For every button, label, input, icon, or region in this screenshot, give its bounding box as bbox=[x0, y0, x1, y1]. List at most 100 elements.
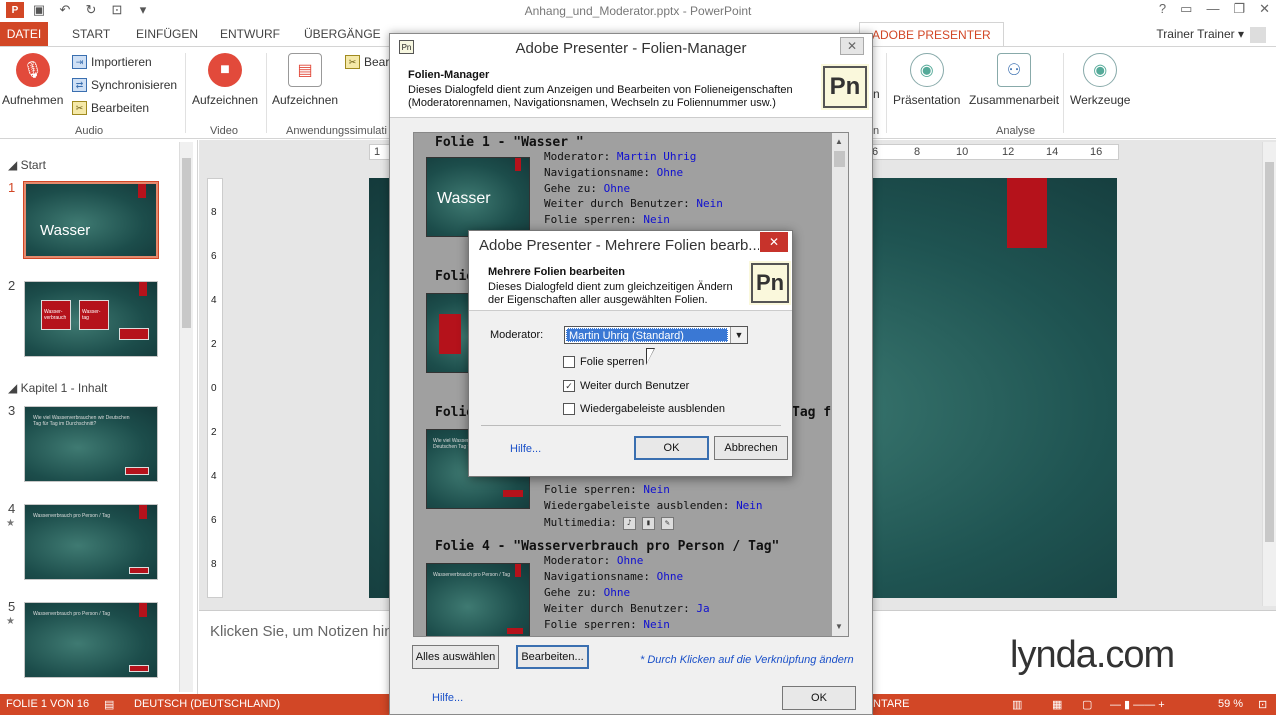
ruler-label: 6 bbox=[211, 515, 217, 526]
zoom-level[interactable]: 59 % bbox=[1218, 698, 1243, 710]
alles-auswaehlen-button[interactable]: Alles auswählen bbox=[412, 645, 499, 669]
moderator-link[interactable]: Ohne bbox=[617, 554, 644, 567]
ok-button[interactable]: OK bbox=[782, 686, 856, 710]
moderator-select[interactable]: Martin Uhrig (Standard) ▼ bbox=[564, 326, 748, 344]
sperren-link[interactable]: Nein bbox=[643, 618, 670, 631]
slide-thumbnail-1[interactable]: Wasser bbox=[23, 181, 159, 259]
navigationsname-link[interactable]: Ohne bbox=[657, 166, 684, 179]
moderator-link[interactable]: Martin Uhrig bbox=[617, 150, 696, 163]
praesentation-label: Präsentation bbox=[893, 93, 961, 107]
weiter-durch-benutzer-checkbox[interactable]: ✓ Weiter durch Benutzer bbox=[563, 380, 689, 392]
ok-button[interactable]: OK bbox=[634, 436, 709, 460]
help-icon[interactable]: ? bbox=[1159, 1, 1166, 17]
slide-sorter-icon[interactable]: ▦ bbox=[1052, 698, 1062, 711]
checkbox-box[interactable] bbox=[563, 403, 575, 415]
ribbon-partial-button[interactable]: n bbox=[873, 87, 880, 101]
scrollbar-thumb[interactable] bbox=[1265, 162, 1274, 542]
comments-button[interactable]: NTARE bbox=[873, 698, 909, 710]
thumb-box bbox=[119, 328, 149, 340]
dialog-header: Folien-Manager Dieses Dialogfeld dient z… bbox=[390, 62, 872, 118]
sperren-link[interactable]: Nein bbox=[643, 483, 670, 496]
sync-icon: ⇄ bbox=[72, 78, 87, 92]
minimize-icon[interactable]: — bbox=[1206, 1, 1219, 17]
navigationsname-link[interactable]: Ohne bbox=[657, 570, 684, 583]
slide-thumbnail-3[interactable]: Wie viel Wasserverbrauchen wir Deutschen… bbox=[24, 406, 158, 482]
anwendung-aufzeichnen-button[interactable]: ▤ Aufzeichnen bbox=[272, 53, 338, 107]
slide-panel-scrollbar[interactable] bbox=[179, 142, 193, 692]
slide-item-thumbnail[interactable]: Wasserverbrauch pro Person / Tag bbox=[426, 563, 530, 636]
gehe-zu-link[interactable]: Ohne bbox=[604, 586, 631, 599]
bearbeiten-button[interactable]: ✂ Bearbeiten bbox=[72, 101, 149, 115]
weiter-link[interactable]: Nein bbox=[696, 197, 723, 210]
title-bar: P ▣ ↶ ↻ ⊡ ▾ Anhang_und_Moderator.pptx - … bbox=[0, 0, 1276, 22]
slide-item-thumbnail[interactable]: Wasser bbox=[426, 157, 530, 237]
ruler-label: 0 bbox=[211, 383, 217, 394]
slide-decoration bbox=[515, 158, 521, 171]
video-aufzeichnen-button[interactable]: ■ Aufzeichnen bbox=[192, 53, 258, 107]
ruler-label: 6 bbox=[211, 251, 217, 262]
weiter-link[interactable]: Ja bbox=[696, 602, 709, 615]
editor-scrollbar[interactable] bbox=[1262, 142, 1276, 606]
help-link[interactable]: Hilfe... bbox=[432, 692, 463, 704]
synchronisieren-button[interactable]: ⇄ Synchronisieren bbox=[72, 78, 177, 92]
tab-adobe-presenter[interactable]: ADOBE PRESENTER bbox=[859, 22, 1004, 47]
list-scrollbar[interactable]: ▲ ▼ bbox=[832, 133, 848, 636]
scrollbar-thumb[interactable] bbox=[834, 151, 845, 167]
importieren-button[interactable]: ⇥ Importieren bbox=[72, 55, 152, 69]
tab-einfuegen[interactable]: EINFÜGEN bbox=[136, 27, 198, 41]
fit-slide-icon[interactable]: ⊡ bbox=[1258, 698, 1267, 711]
wiedergabe-link[interactable]: Nein bbox=[736, 499, 763, 512]
prop-moderator: Moderator: Ohne bbox=[544, 554, 643, 567]
aufnehmen-button[interactable]: 🎙 Aufnehmen bbox=[2, 53, 63, 107]
checkbox-box[interactable]: ✓ bbox=[563, 380, 575, 392]
wiedergabeleiste-checkbox[interactable]: Wiedergabeleiste ausblenden bbox=[563, 403, 725, 415]
close-icon[interactable]: ✕ bbox=[840, 37, 864, 55]
dialog-description: Dieses Dialogfeld dient zum Anzeigen und… bbox=[408, 84, 793, 109]
audio-icon[interactable]: ♪ bbox=[622, 516, 636, 530]
tab-entwurf[interactable]: ENTWURF bbox=[220, 27, 280, 41]
close-icon[interactable]: ✕ bbox=[1259, 1, 1270, 17]
slide-thumbnail-5[interactable]: Wasserverbrauch pro Person / Tag bbox=[24, 602, 158, 678]
gehe-zu-link[interactable]: Ohne bbox=[604, 182, 631, 195]
zusammenarbeit-button[interactable]: ⚇ Zusammenarbeit bbox=[969, 53, 1059, 107]
tab-datei[interactable]: DATEI bbox=[0, 22, 48, 46]
praesentation-button[interactable]: ◉ Präsentation bbox=[893, 53, 960, 107]
sperren-link[interactable]: Nein bbox=[643, 213, 670, 226]
section-start[interactable]: ◢ Start bbox=[8, 158, 46, 172]
thumb-box bbox=[129, 665, 149, 672]
slide-thumbnail-4[interactable]: Wasserverbrauch pro Person / Tag bbox=[24, 504, 158, 580]
reading-view-icon[interactable]: ▢ bbox=[1082, 698, 1092, 711]
prop-label: Folie sperren: bbox=[544, 213, 637, 226]
slide-thumbnail-2[interactable]: Wasser-verbrauch Wasser-tag bbox=[24, 281, 158, 357]
microphone-icon: 🎙 bbox=[15, 53, 50, 87]
scroll-up-icon[interactable]: ▲ bbox=[835, 137, 843, 146]
spelling-icon[interactable]: ▤ bbox=[104, 698, 114, 711]
tab-start[interactable]: START bbox=[72, 27, 110, 41]
ribbon-options-icon[interactable]: ▭ bbox=[1180, 1, 1192, 17]
prop-moderator: Moderator: Martin Uhrig bbox=[544, 150, 696, 163]
edit-icon[interactable]: ✎ bbox=[660, 516, 674, 530]
tab-uebergaenge[interactable]: ÜBERGÄNGE bbox=[304, 27, 381, 41]
prop-navigationsname: Navigationsname: Ohne bbox=[544, 166, 683, 179]
chevron-down-icon[interactable]: ▼ bbox=[730, 327, 747, 343]
user-account[interactable]: Trainer Trainer ▾ bbox=[1156, 27, 1266, 43]
scrollbar-thumb[interactable] bbox=[182, 158, 191, 328]
zoom-slider[interactable]: — ▮ —— + bbox=[1110, 698, 1165, 711]
maximize-icon[interactable]: ❐ bbox=[1233, 1, 1245, 17]
section-kapitel-1[interactable]: ◢ Kapitel 1 - Inhalt bbox=[8, 381, 107, 395]
presentation-icon: ◉ bbox=[909, 53, 944, 87]
checkbox-box[interactable] bbox=[563, 356, 575, 368]
werkzeuge-button[interactable]: ◉ Werkzeuge bbox=[1070, 53, 1130, 107]
folie-sperren-checkbox[interactable]: Folie sperren bbox=[563, 356, 644, 368]
language-indicator[interactable]: DEUTSCH (DEUTSCHLAND) bbox=[134, 698, 280, 710]
close-icon[interactable]: ✕ bbox=[760, 232, 788, 252]
help-link[interactable]: Hilfe... bbox=[510, 443, 541, 455]
bearbeiten-dialog-button[interactable]: Bearbeiten... bbox=[516, 645, 589, 669]
section-kapitel-1-label: Kapitel 1 - Inhalt bbox=[20, 381, 108, 395]
abbrechen-button[interactable]: Abbrechen bbox=[714, 436, 788, 460]
prop-label: Wiedergabeleiste ausblenden: bbox=[544, 499, 730, 512]
video-icon[interactable]: ▮ bbox=[641, 516, 655, 530]
normal-view-icon[interactable]: ▥ bbox=[1012, 698, 1022, 711]
thumb-text: Wasserverbrauch pro Person / Tag bbox=[33, 611, 110, 617]
scroll-down-icon[interactable]: ▼ bbox=[835, 622, 843, 631]
